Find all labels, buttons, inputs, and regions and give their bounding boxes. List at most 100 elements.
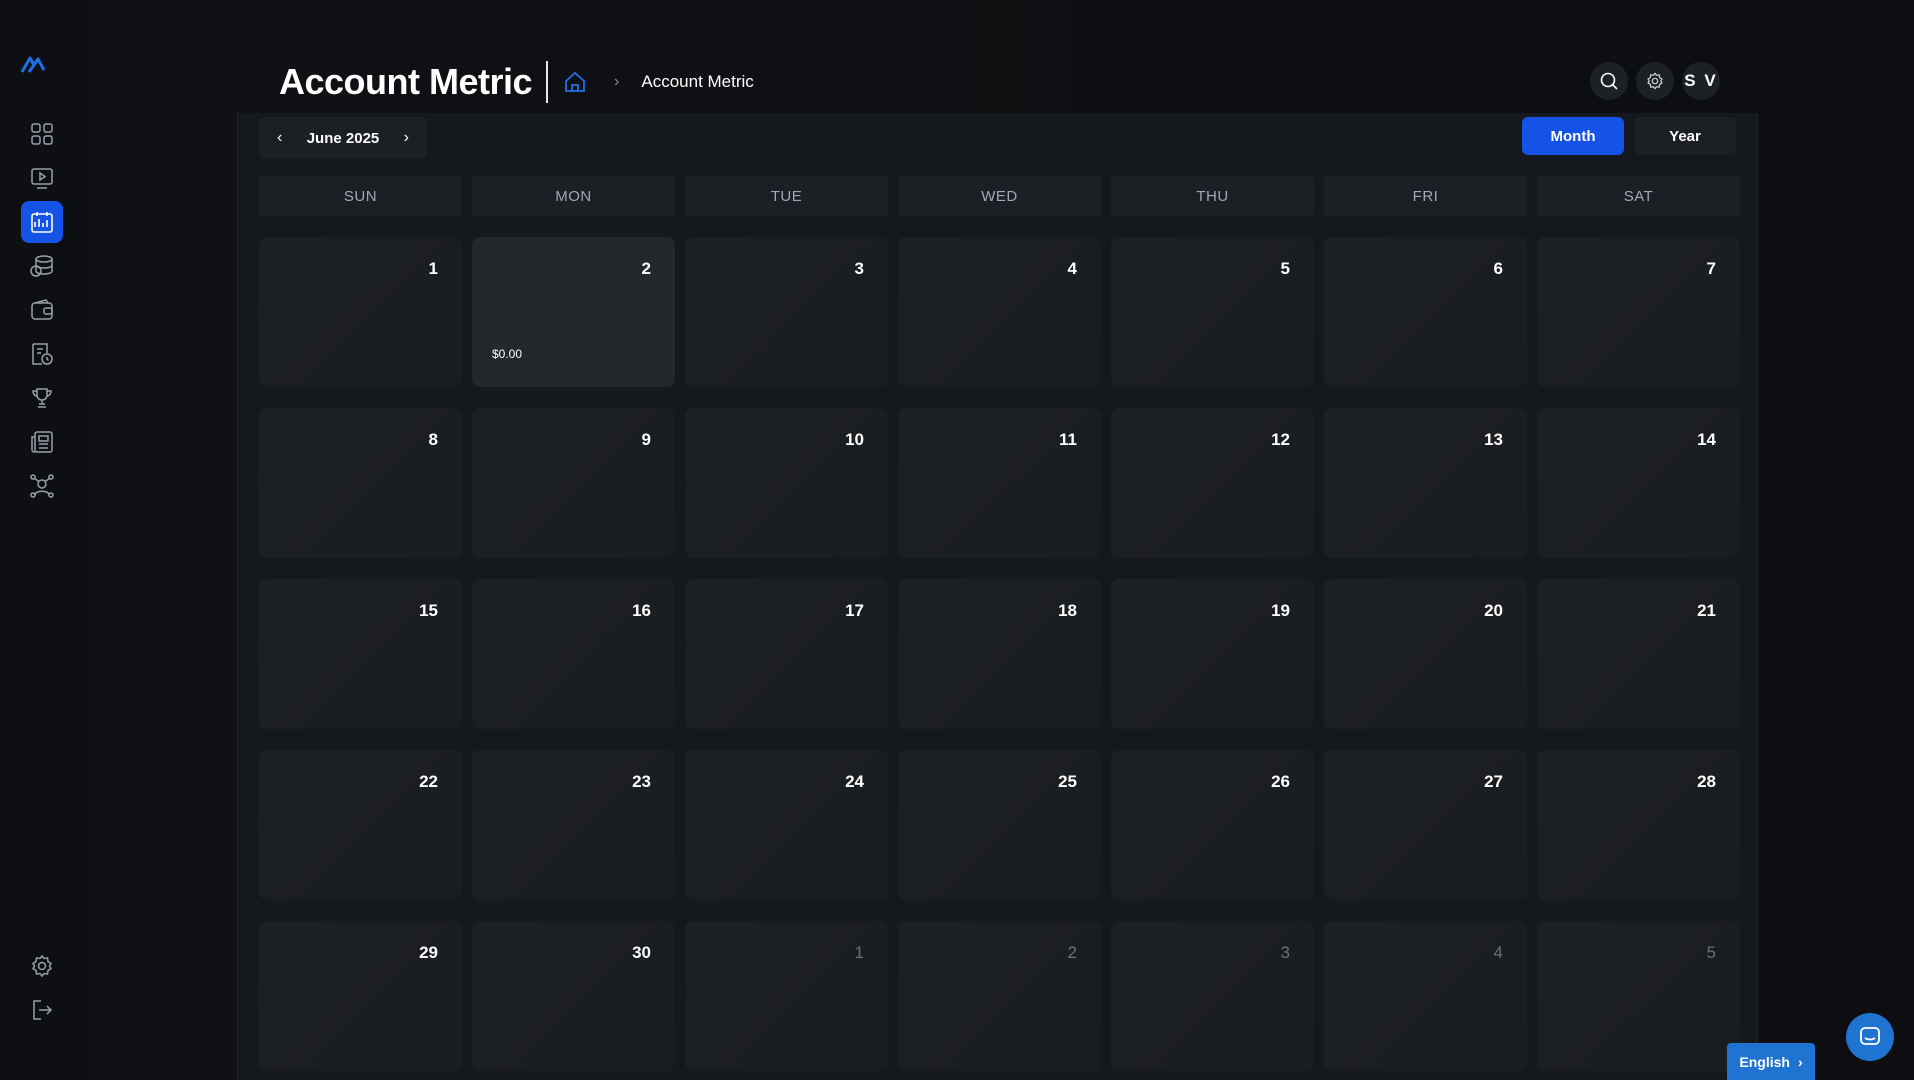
calendar-day-cell[interactable]: 5 (1537, 921, 1740, 1071)
next-month-button[interactable]: › (404, 129, 409, 147)
day-number: 4 (1067, 259, 1077, 278)
calendar-day-cell[interactable]: 27 (1324, 750, 1527, 900)
calendar-day-cell[interactable]: 4 (898, 237, 1101, 387)
brand-logo-icon[interactable] (20, 50, 46, 76)
calendar-day-cell[interactable]: 17 (685, 579, 888, 729)
day-number: 17 (845, 601, 864, 620)
sidebar-item-news[interactable] (21, 421, 63, 463)
calendar-grid: 1 2 $0.00 3 4 5 6 7 8 9 10 11 12 13 14 15 16 17 18 19 20 21 22… (259, 237, 1740, 1071)
day-number: 2 (641, 259, 651, 278)
chevron-right-icon: › (614, 73, 620, 90)
calendar-day-cell[interactable]: 7 (1537, 237, 1740, 387)
calendar-day-cell[interactable]: 22 (259, 750, 462, 900)
calendar-day-cell[interactable]: 25 (898, 750, 1101, 900)
view-year-button[interactable]: Year (1634, 117, 1736, 155)
calendar-day-cell[interactable]: 3 (685, 237, 888, 387)
calendar-day-cell[interactable]: 24 (685, 750, 888, 900)
day-number: 1 (428, 259, 438, 278)
calendar-day-cell[interactable]: 11 (898, 408, 1101, 558)
calendar-day-cell[interactable]: 6 (1324, 237, 1527, 387)
calendar-day-cell[interactable]: 8 (259, 408, 462, 558)
day-number: 20 (1484, 601, 1503, 620)
weekday-header: TUE (685, 176, 888, 216)
sidebar-item-trophy[interactable] (21, 377, 63, 419)
sidebar-item-account-metric[interactable] (21, 201, 63, 243)
language-label: English (1739, 1053, 1790, 1070)
sidebar-item-dashboard[interactable] (21, 113, 63, 155)
calendar-day-cell[interactable]: 2 (898, 921, 1101, 1071)
day-number: 14 (1697, 430, 1716, 449)
day-number: 28 (1697, 772, 1716, 791)
chat-icon (1860, 1027, 1880, 1045)
calendar-day-cell[interactable]: 23 (472, 750, 675, 900)
weekday-header: FRI (1324, 176, 1527, 216)
gear-icon (31, 954, 53, 978)
calendar-day-cell[interactable]: 3 (1111, 921, 1314, 1071)
weekday-header: THU (1111, 176, 1314, 216)
calendar-day-cell[interactable]: 28 (1537, 750, 1740, 900)
sidebar-item-wallet[interactable] (21, 289, 63, 331)
user-avatar[interactable]: S V (1682, 62, 1720, 100)
prev-month-button[interactable]: ‹ (277, 129, 282, 147)
day-number: 15 (419, 601, 438, 620)
day-number: 30 (632, 943, 651, 962)
calendar-day-cell[interactable]: 2 $0.00 (472, 237, 675, 387)
calendar-day-cell[interactable]: 20 (1324, 579, 1527, 729)
calendar-day-cell[interactable]: 21 (1537, 579, 1740, 729)
search-button[interactable] (1590, 62, 1628, 100)
calendar-day-cell[interactable]: 14 (1537, 408, 1740, 558)
calendar-day-cell[interactable]: 12 (1111, 408, 1314, 558)
sidebar-item-settings[interactable] (21, 945, 63, 987)
chat-support-button[interactable] (1846, 1013, 1894, 1061)
calendar-day-cell[interactable]: 29 (259, 921, 462, 1071)
weekday-header: WED (898, 176, 1101, 216)
sidebar-item-reports[interactable] (21, 333, 63, 375)
home-icon[interactable] (562, 69, 588, 95)
newspaper-icon (31, 431, 53, 453)
day-number: 5 (1706, 943, 1716, 962)
weekday-header-row: SUN MON TUE WED THU FRI SAT (259, 176, 1740, 216)
current-month-label: June 2025 (306, 129, 380, 147)
weekday-header: MON (472, 176, 675, 216)
day-number: 13 (1484, 430, 1503, 449)
report-clock-icon (32, 343, 53, 365)
calendar-day-cell[interactable]: 30 (472, 921, 675, 1071)
day-number: 9 (641, 430, 651, 449)
day-number: 25 (1058, 772, 1077, 791)
network-user-icon (30, 474, 54, 498)
calendar-day-cell[interactable]: 1 (259, 237, 462, 387)
calendar-day-cell[interactable]: 13 (1324, 408, 1527, 558)
language-selector[interactable]: English › (1727, 1043, 1815, 1080)
day-number: 29 (419, 943, 438, 962)
calendar-day-cell[interactable]: 5 (1111, 237, 1314, 387)
sidebar-item-affiliates[interactable] (21, 465, 63, 507)
settings-button[interactable] (1636, 62, 1674, 100)
day-number: 24 (845, 772, 864, 791)
avatar-initials: S V (1684, 71, 1718, 90)
view-month-button[interactable]: Month (1522, 117, 1624, 155)
sidebar-item-videos[interactable] (21, 157, 63, 199)
grid-icon (31, 123, 53, 145)
sidebar-item-logout[interactable] (21, 989, 63, 1031)
calendar-day-cell[interactable]: 19 (1111, 579, 1314, 729)
calendar-day-cell[interactable]: 10 (685, 408, 888, 558)
day-amount: $0.00 (492, 347, 523, 361)
sidebar-item-coins[interactable] (21, 245, 63, 287)
calendar-day-cell[interactable]: 15 (259, 579, 462, 729)
breadcrumb-current: Account Metric (641, 72, 754, 91)
search-icon (1600, 72, 1618, 90)
calendar-day-cell[interactable]: 9 (472, 408, 675, 558)
calendar-day-cell[interactable]: 4 (1324, 921, 1527, 1071)
calendar-day-cell[interactable]: 26 (1111, 750, 1314, 900)
calendar-day-cell[interactable]: 1 (685, 921, 888, 1071)
day-number: 1 (854, 943, 864, 962)
calendar-day-cell[interactable]: 16 (472, 579, 675, 729)
calendar-day-cell[interactable]: 18 (898, 579, 1101, 729)
day-number: 7 (1706, 259, 1716, 278)
day-number: 16 (632, 601, 651, 620)
weekday-header: SAT (1537, 176, 1740, 216)
day-number: 8 (428, 430, 438, 449)
day-number: 19 (1271, 601, 1290, 620)
title-divider (546, 61, 549, 103)
main-area: Account Metric › Account Metric S V ‹ Ju… (86, 0, 1914, 1080)
